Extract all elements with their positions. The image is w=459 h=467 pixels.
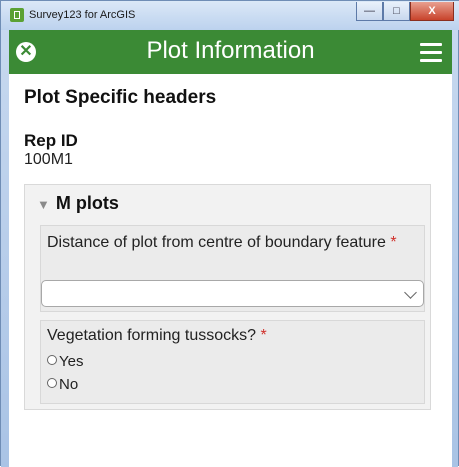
distance-question-label: Distance of plot from centre of boundary…	[47, 232, 419, 253]
chevron-down-icon	[404, 286, 417, 299]
window-titlebar[interactable]: Survey123 for ArcGIS — □ X	[1, 1, 459, 30]
app-header-bar: ✕ Plot Information	[9, 30, 452, 74]
collapse-triangle-icon[interactable]: ▼	[37, 197, 50, 212]
option-no-label: No	[59, 376, 79, 393]
m-plots-group: ▼ M plots Distance of plot from centre of…	[24, 184, 431, 410]
group-title: M plots	[55, 193, 119, 213]
menu-icon-bar	[420, 51, 442, 54]
option-yes[interactable]: Yes	[47, 353, 83, 370]
option-no[interactable]: No	[47, 376, 78, 393]
window-border-left	[1, 1, 9, 467]
tussocks-question: Vegetation forming tussocks? * Yes No	[40, 320, 425, 404]
section-header: Plot Specific headers	[24, 87, 217, 108]
option-yes-label: Yes	[59, 353, 84, 370]
window-controls: — □ X	[356, 2, 454, 21]
distance-dropdown[interactable]	[41, 280, 424, 307]
tussocks-question-label: Vegetation forming tussocks? *	[47, 327, 267, 345]
menu-icon-bar	[420, 43, 442, 46]
rep-id-label: Rep ID	[24, 131, 78, 150]
radio-button[interactable]	[47, 378, 57, 388]
tussocks-question-text: Vegetation forming tussocks?	[47, 327, 257, 344]
survey123-app-icon	[10, 8, 24, 22]
window-close-button[interactable]: X	[410, 2, 454, 21]
close-icon[interactable]: ✕	[16, 42, 36, 62]
menu-icon-bar	[420, 59, 442, 62]
radio-button[interactable]	[47, 355, 57, 365]
survey-app: ✕ Plot Information Plot Specific headers…	[9, 30, 452, 467]
menu-icon[interactable]	[420, 43, 442, 62]
minimize-button[interactable]: —	[356, 2, 383, 21]
window-title: Survey123 for ArcGIS	[29, 9, 136, 21]
rep-id-value: 100M1	[24, 151, 73, 168]
distance-question: Distance of plot from centre of boundary…	[40, 225, 425, 312]
distance-question-text: Distance of plot from centre of boundary…	[47, 234, 386, 251]
page-title: Plot Information	[146, 37, 315, 64]
required-marker: *	[390, 234, 397, 251]
group-header[interactable]: ▼ M plots	[37, 193, 119, 214]
maximize-button[interactable]: □	[383, 2, 410, 21]
window-frame: Survey123 for ArcGIS — □ X ✕ Plot Inform…	[0, 0, 459, 467]
required-marker: *	[260, 327, 267, 344]
